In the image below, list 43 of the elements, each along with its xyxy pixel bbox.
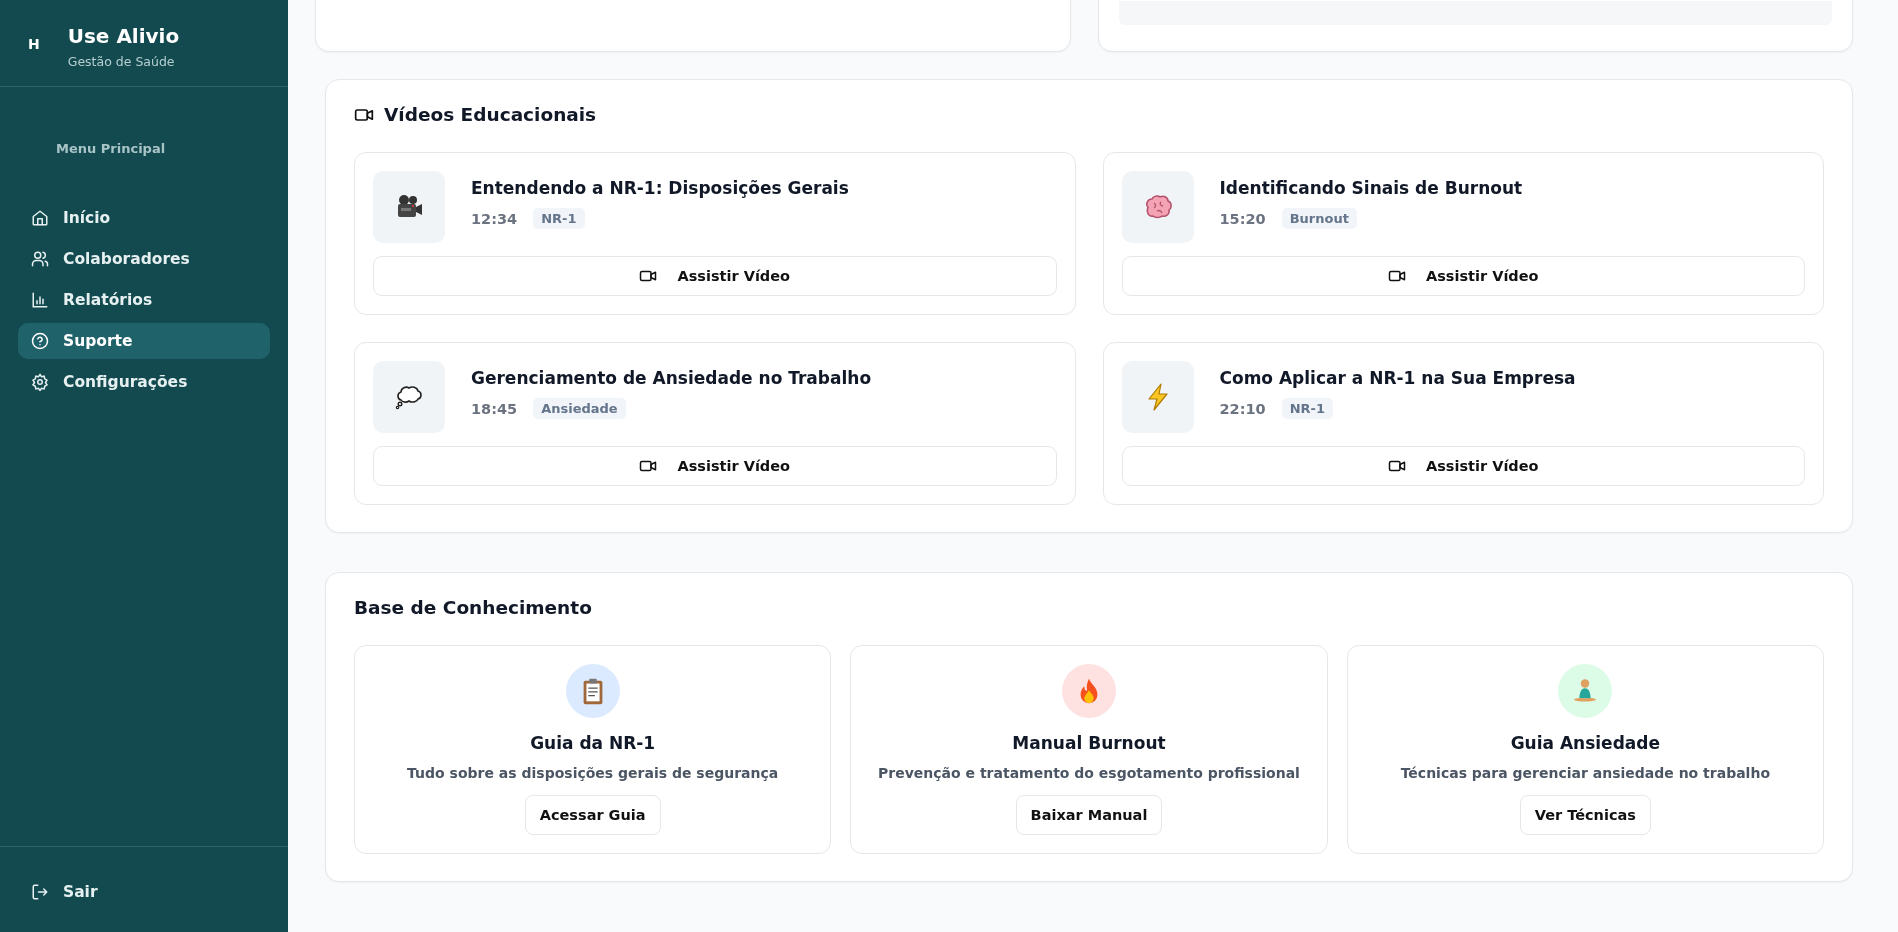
watch-video-button[interactable]: Assistir Vídeo — [1121, 256, 1805, 296]
bar-chart-icon — [31, 291, 49, 309]
video-duration: 22:10 — [1219, 400, 1266, 417]
resource-title: Guia Ansiedade — [1510, 733, 1660, 753]
category-tag: NR-1 — [533, 208, 585, 229]
nav-item[interactable]: Relatórios — [18, 282, 270, 318]
video-duration: 18:45 — [471, 400, 518, 417]
nav-item[interactable]: Suporte — [18, 323, 270, 359]
video-title: Como Aplicar a NR-1 na Sua Empresa — [1219, 368, 1576, 388]
resource-title: Guia da NR-1 — [530, 733, 656, 753]
resource-description: Prevenção e tratamento do esgotamento profissional — [878, 765, 1300, 781]
nav-item[interactable]: Início — [18, 200, 270, 236]
resource-button[interactable]: Baixar Manual — [1015, 795, 1163, 835]
resource-button[interactable]: Ver Técnicas — [1519, 795, 1651, 835]
video-title: Gerenciamento de Ansiedade no Trabalho — [471, 368, 872, 388]
watch-video-button[interactable]: Assistir Vídeo — [373, 256, 1057, 296]
section-title: Vídeos Educacionais — [384, 104, 597, 125]
nav-item[interactable]: Configurações — [18, 364, 270, 400]
category-tag: NR-1 — [1281, 398, 1333, 419]
resource-title: Manual Burnout — [1012, 733, 1166, 753]
video-title: Identificando Sinais de Burnout — [1219, 178, 1523, 198]
resource-button[interactable]: Acessar Guia — [524, 795, 661, 835]
app-name: Use Alivio — [67, 24, 180, 48]
section-title: Base de Conhecimento — [354, 597, 592, 618]
resource-description: Tudo sobre as disposições gerais de segurança — [407, 765, 779, 781]
logout-button[interactable]: Sair — [18, 874, 111, 910]
settings-icon — [31, 373, 49, 391]
video-duration: 12:34 — [471, 210, 518, 227]
users-icon — [31, 250, 49, 268]
nav-item[interactable]: Colaboradores — [18, 241, 270, 277]
watch-video-button[interactable]: Assistir Vídeo — [373, 446, 1057, 486]
category-tag: Burnout — [1281, 208, 1357, 229]
section-label: Menu Principal — [55, 140, 167, 158]
resource-description: Técnicas para gerenciar ansiedade no trabalho — [1400, 765, 1770, 781]
category-tag: Ansiedade — [533, 398, 626, 419]
logout-icon — [31, 883, 49, 901]
video-duration: 15:20 — [1219, 210, 1266, 227]
app-subtitle: Gestão de Saúde — [67, 54, 176, 69]
home-icon — [31, 209, 49, 227]
logo-mark: H — [28, 36, 40, 52]
video-title: Entendendo a NR-1: Disposições Gerais — [471, 178, 849, 198]
help-icon — [31, 332, 49, 350]
watch-video-button[interactable]: Assistir Vídeo — [1121, 446, 1805, 486]
